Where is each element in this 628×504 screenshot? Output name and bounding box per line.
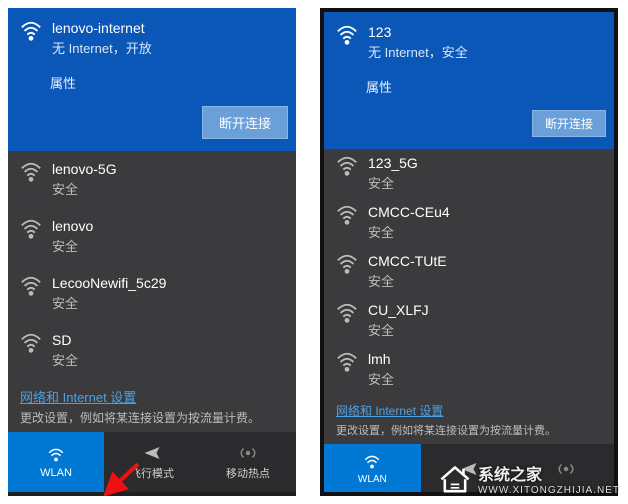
network-item[interactable]: lenovo 安全: [8, 208, 296, 265]
properties-link[interactable]: 属性: [366, 77, 606, 96]
wifi-icon: [20, 218, 42, 240]
network-settings: 网络和 Internet 设置 更改设置，例如将某连接设置为按流量计费。: [8, 379, 296, 432]
network-item[interactable]: CMCC-TUtE 安全: [324, 247, 614, 296]
wifi-icon: [336, 253, 358, 275]
connected-status: 无 Internet，开放: [52, 38, 152, 57]
tile-label: 移动热点: [226, 465, 270, 481]
time: 15:30: [241, 495, 290, 496]
connected-ssid: 123: [368, 24, 468, 40]
network-settings: 网络和 Internet 设置 更改设置，例如将某连接设置为按流量计费。: [324, 394, 614, 444]
security: 安全: [368, 222, 450, 241]
tile-label: WLAN: [40, 467, 72, 479]
properties-link[interactable]: 属性: [50, 73, 288, 92]
tile-hotspot[interactable]: 移动热点: [200, 432, 296, 492]
watermark-title: 系统之家: [478, 467, 542, 484]
network-item[interactable]: 123_5G 安全: [324, 149, 614, 198]
connected-network[interactable]: 123 无 Internet，安全 属性 断开连接: [324, 12, 614, 149]
network-item[interactable]: LecooNewifi_5c29 安全: [8, 265, 296, 322]
tile-airplane[interactable]: 飞行模式: [104, 432, 200, 492]
security: 安全: [52, 293, 166, 312]
disconnect-button[interactable]: 断开连接: [202, 106, 288, 139]
security: 安全: [52, 179, 117, 198]
wifi-connected-icon: [336, 24, 358, 46]
tile-label: WLAN: [358, 474, 387, 485]
ssid: lenovo: [52, 218, 93, 234]
network-item[interactable]: CU_XLFJ 安全: [324, 296, 614, 345]
network-settings-link[interactable]: 网络和 Internet 设置: [336, 402, 602, 419]
wifi-flyout-right: 123 无 Internet，安全 属性 断开连接 123_5G 安全 CMCC-…: [320, 8, 618, 496]
house-icon: [438, 464, 472, 494]
ssid: LecooNewifi_5c29: [52, 275, 166, 291]
security: 安全: [52, 350, 78, 369]
network-settings-desc: 更改设置，例如将某连接设置为按流量计费。: [336, 422, 602, 438]
wifi-icon: [336, 351, 358, 373]
security: 安全: [368, 173, 418, 192]
wifi-icon: [20, 332, 42, 354]
security: 安全: [368, 369, 394, 388]
network-item[interactable]: lenovo-5G 安全: [8, 151, 296, 208]
network-item[interactable]: SD 安全: [8, 322, 296, 379]
ssid: SD: [52, 332, 78, 348]
wifi-icon: [336, 155, 358, 177]
taskbar: 中 英 15:30 2019/8/28: [8, 492, 296, 496]
quick-tiles: WLAN 飞行模式 移动热点: [8, 432, 296, 492]
tile-wlan[interactable]: WLAN: [8, 432, 104, 492]
ssid: CMCC-TUtE: [368, 253, 447, 269]
network-list: lenovo-5G安全 lenovo安全 LecooNewifi_5c29安全 …: [8, 151, 296, 379]
hotspot-icon: [238, 444, 258, 462]
ssid: 123_5G: [368, 155, 418, 171]
network-list: 123_5G 安全 CMCC-CEu4 安全 CMCC-TUtE 安全 CU_XLFJ…: [324, 149, 614, 394]
watermark-url: WWW.XITONGZHIJIA.NET: [478, 485, 620, 496]
wifi-icon: [46, 446, 66, 464]
network-settings-link[interactable]: 网络和 Internet 设置: [20, 387, 284, 406]
tile-wlan[interactable]: WLAN: [324, 444, 421, 494]
wifi-icon: [336, 302, 358, 324]
network-item[interactable]: CMCC-CEu4 安全: [324, 198, 614, 247]
connected-status: 无 Internet，安全: [368, 42, 468, 61]
connected-network[interactable]: lenovo-internet 无 Internet，开放 属性 断开连接: [8, 8, 296, 151]
security: 安全: [368, 271, 447, 290]
network-item[interactable]: lmh 安全: [324, 345, 614, 394]
network-settings-desc: 更改设置，例如将某连接设置为按流量计费。: [20, 409, 284, 426]
wifi-icon: [336, 204, 358, 226]
security: 安全: [368, 320, 429, 339]
wifi-flyout-left: lenovo-internet 无 Internet，开放 属性 断开连接 le…: [8, 8, 296, 496]
disconnect-button[interactable]: 断开连接: [532, 110, 606, 137]
wifi-icon: [20, 275, 42, 297]
watermark: 系统之家 WWW.XITONGZHIJIA.NET: [438, 461, 620, 496]
clock[interactable]: 15:30 2019/8/28: [241, 495, 290, 496]
ssid: lenovo-5G: [52, 161, 117, 177]
wifi-icon: [20, 161, 42, 183]
security: 安全: [52, 236, 93, 255]
ssid: lmh: [368, 351, 394, 367]
wifi-connected-icon: [20, 20, 42, 42]
tile-label: 飞行模式: [130, 465, 174, 481]
airplane-icon: [142, 444, 162, 462]
connected-ssid: lenovo-internet: [52, 20, 152, 36]
wifi-icon: [362, 453, 382, 471]
ssid: CMCC-CEu4: [368, 204, 450, 220]
ssid: CU_XLFJ: [368, 302, 429, 318]
